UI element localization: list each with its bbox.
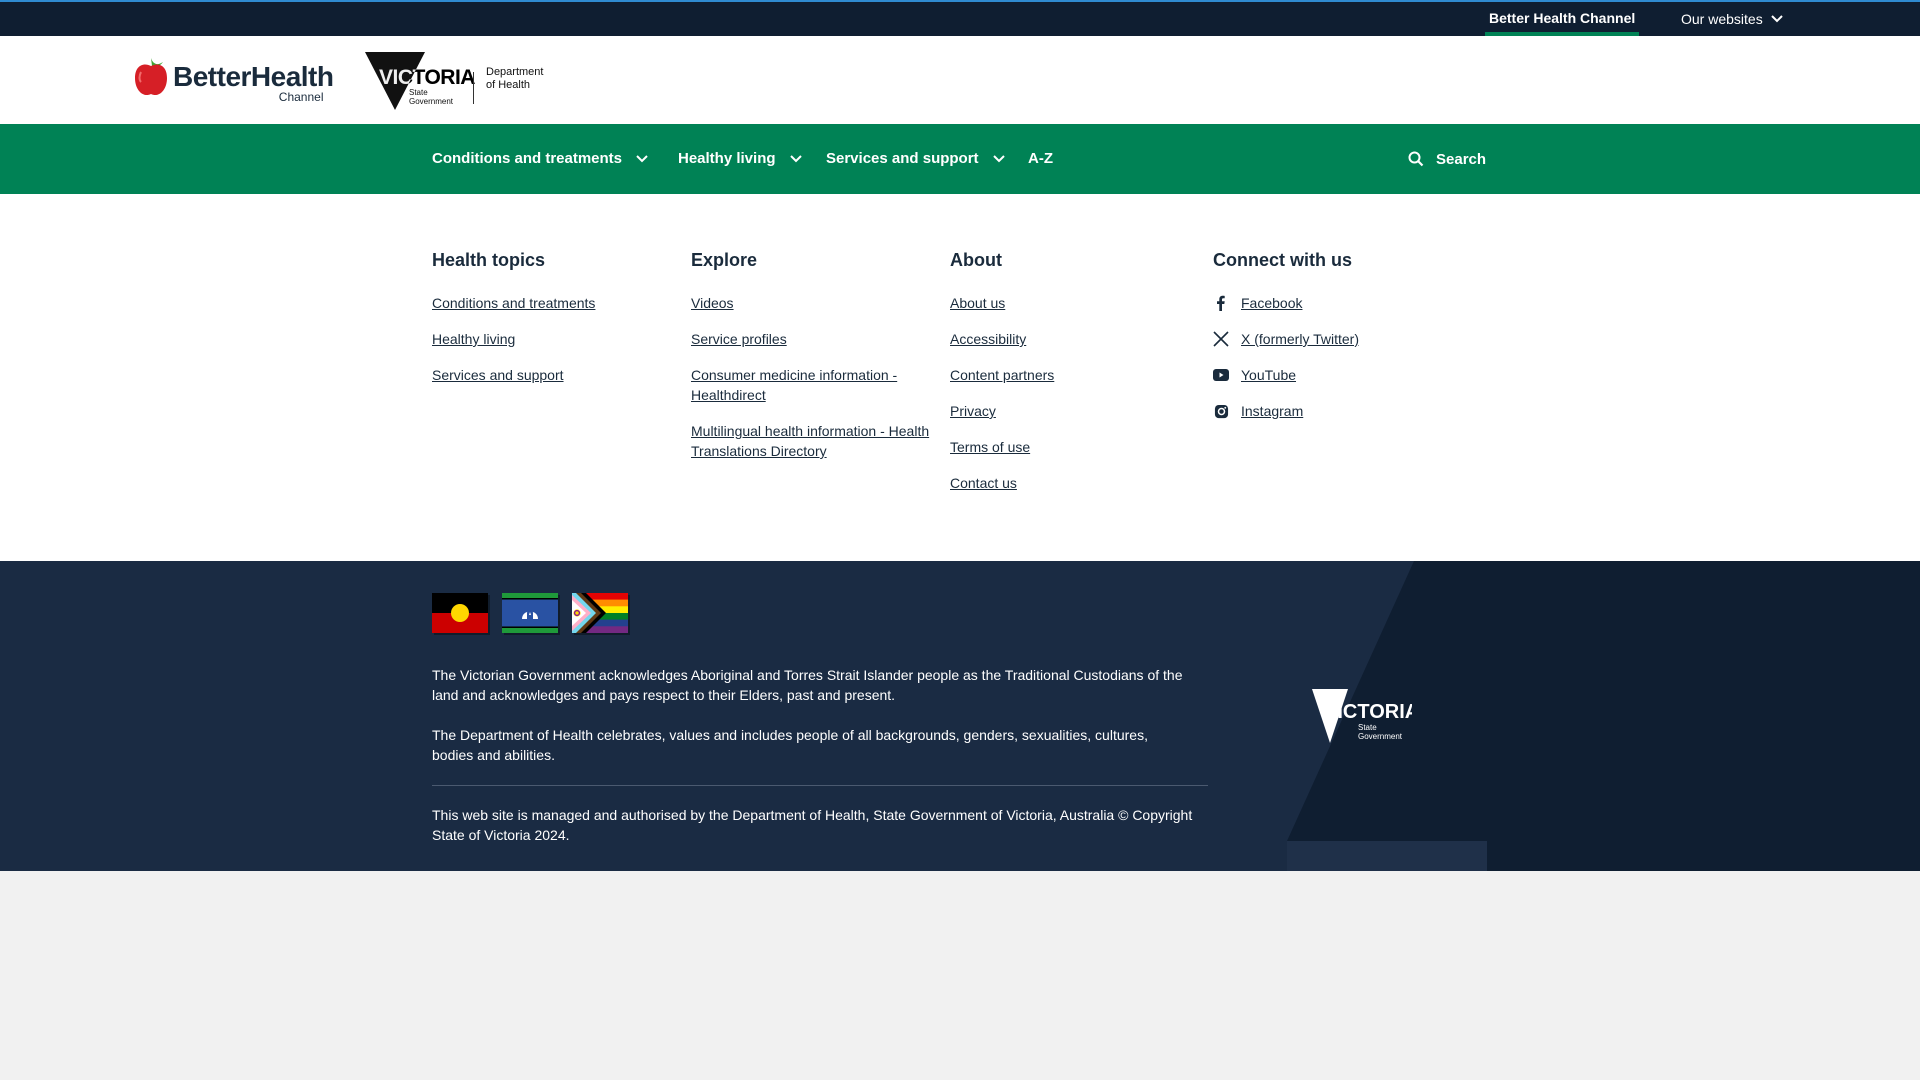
footer-link[interactable]: Consumer medicine information - Healthdi…: [691, 365, 931, 405]
footer-acknowledgement: The Victorian Government acknowledges Ab…: [0, 561, 1920, 871]
progress-pride-flag-icon: [572, 593, 628, 633]
utility-bar: Better Health Channel Our websites: [0, 0, 1920, 36]
footer-link[interactable]: Contact us: [950, 473, 1054, 493]
footer-link[interactable]: Accessibility: [950, 329, 1054, 349]
dept-line-1: Department: [486, 66, 544, 78]
inclusion-statement: The Department of Health celebrates, val…: [432, 727, 1148, 763]
chevron-down-icon: [636, 155, 648, 163]
facebook-link[interactable]: Facebook: [1241, 293, 1302, 313]
footer-heading: About: [950, 250, 1002, 270]
footer-col-connect: Connect with us Facebook X (formerly Twi…: [1213, 250, 1359, 437]
aboriginal-flag-icon: [432, 593, 488, 633]
footer-lower-band: [1287, 841, 1487, 871]
youtube-icon: [1213, 367, 1229, 383]
footer-link[interactable]: Terms of use: [950, 437, 1054, 457]
footer-link[interactable]: Videos: [691, 293, 931, 313]
vic-sub-government: Government: [409, 97, 454, 106]
social-x: X (formerly Twitter): [1213, 329, 1359, 349]
vic-sub-state: State: [409, 88, 428, 97]
footer-heading: Connect with us: [1213, 250, 1352, 270]
footer-divider: [432, 785, 1208, 786]
footer-vic-sub-state: State: [1358, 723, 1377, 732]
better-health-logo[interactable]: BetterHealth Channel: [133, 54, 334, 104]
search-button[interactable]: Search: [1408, 124, 1486, 194]
victoria-v-mark: VICTORIA State Government: [1312, 689, 1419, 743]
nav-item-label: Services and support: [826, 150, 979, 167]
torres-strait-flag-icon: [502, 593, 558, 633]
victoria-subtext: State Government: [409, 88, 453, 106]
footer-heading: Health topics: [432, 250, 546, 270]
instagram-link[interactable]: Instagram: [1241, 401, 1303, 421]
x-link[interactable]: X (formerly Twitter): [1241, 329, 1359, 349]
footer-col-explore: Explore Videos Service profiles Consumer…: [691, 250, 931, 477]
footer-link[interactable]: Content partners: [950, 365, 1054, 385]
site-header: BetterHealth Channel VICTORIA State Gover…: [0, 36, 1920, 124]
footer-link[interactable]: Conditions and treatments: [432, 293, 595, 313]
acknowledgement-country: The Victorian Government acknowledges Ab…: [432, 667, 1183, 703]
our-websites-label: Our websites: [1681, 11, 1763, 27]
nav-item-label: Conditions and treatments: [432, 150, 623, 167]
dept-line-2: of Health: [486, 79, 531, 91]
nav-item-label: Healthy living: [678, 150, 776, 167]
nav-item-services[interactable]: Services and support: [826, 124, 1005, 194]
victoria-wordmark: VICTORIA: [379, 66, 475, 89]
footer-victoria-wordmark: VICTORIA: [1324, 701, 1412, 723]
flags-row: [432, 593, 628, 633]
facebook-icon: [1213, 295, 1229, 311]
social-facebook: Facebook: [1213, 293, 1359, 313]
nav-item-conditions[interactable]: Conditions and treatments: [432, 124, 648, 194]
footer-link[interactable]: About us: [950, 293, 1054, 313]
copyright-text: This web site is managed and authorised …: [432, 807, 1193, 843]
apple-icon: [135, 58, 167, 96]
x-icon: [1213, 331, 1229, 347]
footer-link[interactable]: Services and support: [432, 365, 595, 385]
instagram-icon: [1213, 403, 1229, 419]
logo-divider: [473, 72, 474, 104]
footer-links: Health topics Conditions and treatments …: [0, 194, 1920, 561]
social-youtube: YouTube: [1213, 365, 1359, 385]
logo-subword: Channel: [278, 90, 324, 104]
department-label: Department of Health: [486, 66, 543, 92]
footer-heading: Explore: [691, 250, 758, 270]
logo-wordmark: BetterHealth: [173, 61, 334, 92]
footer-col-about: About About us Accessibility Content par…: [950, 250, 1054, 509]
chevron-down-icon: [1770, 15, 1783, 23]
victoria-government-logo[interactable]: VICTORIA State Government Department of He…: [365, 52, 543, 110]
footer-link[interactable]: Service profiles: [691, 329, 931, 349]
footer-link[interactable]: Healthy living: [432, 329, 595, 349]
main-nav: Conditions and treatments Healthy living…: [0, 124, 1920, 194]
nav-item-healthy-living[interactable]: Healthy living: [678, 124, 802, 194]
footer-col-health-topics: Health topics Conditions and treatments …: [432, 250, 595, 401]
nav-item-label: A-Z: [1028, 150, 1053, 167]
footer-link[interactable]: Multilingual health information - Health…: [691, 421, 931, 461]
chevron-down-icon: [992, 155, 1005, 163]
current-site-link[interactable]: Better Health Channel: [1485, 2, 1640, 36]
youtube-link[interactable]: YouTube: [1241, 365, 1296, 385]
search-icon: [1408, 151, 1424, 167]
chevron-down-icon: [789, 155, 802, 163]
footer-link[interactable]: Privacy: [950, 401, 1054, 421]
search-label: Search: [1436, 150, 1487, 168]
footer-victoria-logo[interactable]: VICTORIA State Government: [1312, 687, 1419, 752]
footer-vic-sub-government: Government: [1358, 732, 1403, 741]
acknowledgement-text: The Victorian Government acknowledges Ab…: [432, 665, 1192, 785]
our-websites-menu[interactable]: Our websites: [1681, 2, 1783, 36]
social-instagram: Instagram: [1213, 401, 1359, 421]
nav-item-a-z[interactable]: A-Z: [1028, 124, 1053, 194]
